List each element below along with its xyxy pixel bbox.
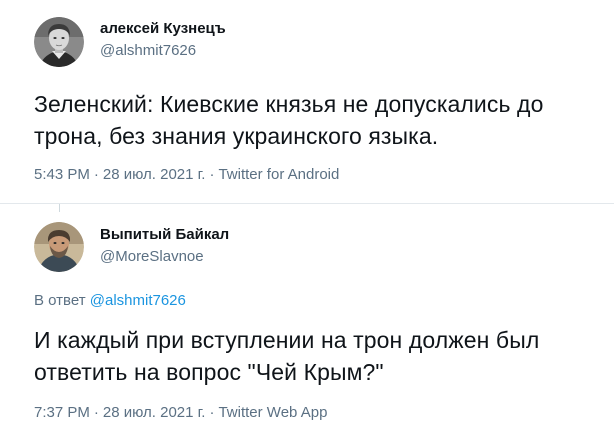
user-handle[interactable]: @MoreSlavnoe bbox=[100, 248, 204, 265]
avatar[interactable] bbox=[34, 17, 84, 67]
meta-separator: · bbox=[93, 404, 99, 421]
tweet-text: Зеленский: Киевские князья не допускалис… bbox=[34, 91, 544, 149]
tweet[interactable]: алексей Кузнецъ @alshmit7626 Зеленский: … bbox=[0, 0, 614, 204]
meta-separator: · bbox=[93, 166, 99, 183]
tweet-meta: 7:37 PM · 28 июл. 2021 г. · Twitter Web App bbox=[34, 404, 327, 421]
thread-connector-line bbox=[59, 204, 60, 212]
reply-mention-link[interactable]: @alshmit7626 bbox=[90, 292, 186, 309]
tweet-time[interactable]: 7:37 PM bbox=[34, 404, 90, 421]
reply-context: В ответ @alshmit7626 bbox=[34, 292, 186, 309]
avatar-boy-portrait-icon bbox=[34, 17, 84, 67]
display-name[interactable]: Выпитый Байкал bbox=[100, 226, 229, 243]
tweet-date[interactable]: 28 июл. 2021 г. bbox=[103, 166, 206, 183]
tweet[interactable]: Выпитый Байкал @MoreSlavnoe В ответ @als… bbox=[0, 204, 614, 440]
tweet-time[interactable]: 5:43 PM bbox=[34, 166, 90, 183]
meta-separator: · bbox=[209, 404, 215, 421]
display-name[interactable]: алексей Кузнецъ bbox=[100, 20, 226, 37]
tweet-meta: 5:43 PM · 28 июл. 2021 г. · Twitter for Andr… bbox=[34, 166, 339, 183]
user-handle[interactable]: @alshmit7626 bbox=[100, 42, 196, 59]
avatar[interactable] bbox=[34, 222, 84, 272]
avatar-man-portrait-icon bbox=[34, 222, 84, 272]
tweet-text: И каждый при вступлении на трон должен б… bbox=[34, 327, 540, 385]
meta-separator: · bbox=[209, 166, 215, 183]
tweet-date[interactable]: 28 июл. 2021 г. bbox=[103, 404, 206, 421]
reply-prefix: В ответ bbox=[34, 292, 86, 309]
tweet-source[interactable]: Twitter for Android bbox=[218, 166, 339, 183]
tweet-source[interactable]: Twitter Web App bbox=[218, 404, 327, 421]
